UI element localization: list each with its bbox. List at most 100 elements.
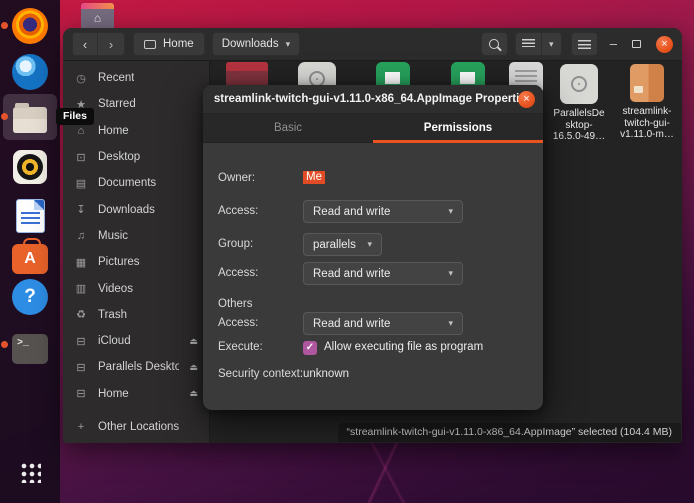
group-label: Group: <box>218 238 253 250</box>
terminal-icon: >_ <box>12 334 48 364</box>
file-item-streamlink-appimage[interactable]: streamlink- twitch-gui- v1.11.0-m… <box>614 64 680 141</box>
eject-icon[interactable]: ⏏ <box>189 388 198 399</box>
permissions-panel: Owner: Me Access: Read and write ▾ Group… <box>203 143 543 409</box>
document-icon: ▤ <box>74 177 88 190</box>
search-icon <box>489 39 499 49</box>
sidebar-item-other-locations[interactable]: +Other Locations <box>63 414 209 440</box>
owner-value: Me <box>303 171 325 184</box>
sidebar-item-label: Pictures <box>98 256 140 268</box>
dock: A ? >_ <box>0 0 60 503</box>
owner-label: Owner: <box>218 172 255 184</box>
sidebar-item-music[interactable]: ♫ Music <box>63 223 209 249</box>
dock-item-firefox[interactable] <box>11 7 49 45</box>
sidebar-item-label: Desktop <box>98 151 140 163</box>
group-dropdown[interactable]: parallels ▾ <box>303 233 382 256</box>
group-access-dropdown[interactable]: Read and write ▾ <box>303 262 463 285</box>
chevron-down-icon: ▾ <box>448 268 453 279</box>
minimize-button[interactable]: – <box>610 39 617 49</box>
desktop-home-folder-icon[interactable]: ⌂ <box>81 3 114 30</box>
execute-checkbox[interactable]: ✓ <box>303 341 317 355</box>
sidebar-item-label: Music <box>98 230 128 242</box>
window-close-button[interactable]: × <box>656 36 673 53</box>
status-bar: “streamlink-twitch-gui-v1.11.0-x86_64.Ap… <box>338 423 681 442</box>
sidebar-item-icloud[interactable]: ⊟iCloud⏏ <box>63 328 209 354</box>
search-button[interactable] <box>481 32 508 56</box>
firefox-icon <box>12 8 48 44</box>
files-icon <box>13 107 47 133</box>
sidebar-item-trash[interactable]: ♻ Trash <box>63 302 209 328</box>
sidebar-item-documents[interactable]: ▤ Documents <box>63 170 209 196</box>
rhythmbox-icon <box>13 150 47 184</box>
chevron-down-icon: ▾ <box>448 318 453 329</box>
chevron-down-icon: ▾ <box>367 239 372 250</box>
sidebar-item-label: Home <box>98 125 129 137</box>
sidebar-item-recent[interactable]: ◷Recent <box>63 65 209 91</box>
terminal-notification-dot <box>1 341 8 348</box>
files-tooltip: Files <box>56 108 94 125</box>
owner-access-value: Read and write <box>313 206 390 218</box>
pathbar-downloads-label: Downloads <box>222 38 279 50</box>
drive-icon: ⊟ <box>74 387 88 400</box>
owner-access-dropdown[interactable]: Read and write ▾ <box>303 200 463 223</box>
help-question-glyph: ? <box>24 286 36 308</box>
back-icon: ‹ <box>83 37 87 52</box>
dock-item-help[interactable]: ? <box>11 278 49 316</box>
computer-icon <box>144 40 156 49</box>
video-icon: ▥ <box>74 282 88 295</box>
app-grid-icon <box>19 461 41 483</box>
home-icon: ⌂ <box>74 125 88 137</box>
file-item-parallels-desktop[interactable]: ParallelsDe sktop- 16.5.0-49… <box>546 64 612 143</box>
sidebar-item-downloads[interactable]: ↧Downloads <box>63 196 209 222</box>
desktop-icon: ⊡ <box>74 151 88 164</box>
security-context-value: unknown <box>303 368 349 380</box>
maximize-button[interactable] <box>632 40 641 48</box>
sidebar-item-label: Trash <box>98 309 127 321</box>
dialog-close-button[interactable]: × <box>518 91 535 108</box>
music-note-icon: ♫ <box>74 230 88 242</box>
list-view-icon <box>522 39 535 49</box>
folder-accent-stripe <box>81 3 114 9</box>
dock-item-ubuntu-software[interactable]: A <box>11 237 49 275</box>
sidebar-item-home-mount[interactable]: ⊟Home⏏ <box>63 381 209 407</box>
dock-item-libreoffice-writer[interactable] <box>11 197 49 235</box>
tab-permissions[interactable]: Permissions <box>373 114 543 142</box>
home-icon: ⌂ <box>81 11 114 25</box>
dialog-titlebar: streamlink-twitch-gui-v1.11.0-x86_64.App… <box>203 85 543 114</box>
hamburger-menu-button[interactable] <box>571 32 598 56</box>
others-access-dropdown[interactable]: Read and write ▾ <box>303 312 463 335</box>
trash-icon: ♻ <box>74 308 88 321</box>
terminal-prompt-glyph: >_ <box>17 338 29 349</box>
hamburger-icon <box>578 40 591 49</box>
sidebar-item-label: Documents <box>98 177 156 189</box>
pathbar-downloads-button[interactable]: Downloads ▾ <box>212 32 300 56</box>
dock-item-terminal[interactable]: >_ <box>11 330 49 368</box>
dock-item-files[interactable] <box>11 99 49 137</box>
window-headerbar: ‹ › Home Downloads ▾ ▾ – × <box>63 28 682 61</box>
sidebar-item-desktop[interactable]: ⊡ Desktop <box>63 144 209 170</box>
sidebar-item-pictures[interactable]: ▦ Pictures <box>63 249 209 275</box>
show-applications-button[interactable] <box>11 453 49 491</box>
dock-item-rhythmbox[interactable] <box>11 148 49 186</box>
eject-icon[interactable]: ⏏ <box>189 362 198 373</box>
eject-icon[interactable]: ⏏ <box>189 336 198 347</box>
sidebar-item-parallels-desktop-16[interactable]: ⊟Parallels Desktop 16⏏ <box>63 354 209 380</box>
picture-icon: ▦ <box>74 256 88 269</box>
sidebar-item-label: Downloads <box>98 204 155 216</box>
group-access-value: Read and write <box>313 268 390 280</box>
pathbar-home-button[interactable]: Home <box>133 32 205 56</box>
owner-access-label: Access: <box>218 205 258 217</box>
tab-basic[interactable]: Basic <box>203 114 373 142</box>
sidebar-item-videos[interactable]: ▥Videos <box>63 275 209 301</box>
libreoffice-writer-icon <box>16 199 45 233</box>
sidebar-item-label: Other Locations <box>98 421 179 433</box>
back-button[interactable]: ‹ <box>72 32 98 56</box>
window-controls: – × <box>610 36 673 53</box>
list-view-button[interactable] <box>515 32 542 56</box>
selection-status-text: “streamlink-twitch-gui-v1.11.0-x86_64.Ap… <box>347 426 672 438</box>
forward-button[interactable]: › <box>98 32 125 56</box>
clock-icon: ◷ <box>74 72 88 85</box>
view-options-button[interactable]: ▾ <box>542 32 562 56</box>
dock-item-thunderbird[interactable] <box>11 53 49 91</box>
software-a-glyph: A <box>24 250 36 268</box>
ubuntu-software-icon: A <box>12 244 48 274</box>
